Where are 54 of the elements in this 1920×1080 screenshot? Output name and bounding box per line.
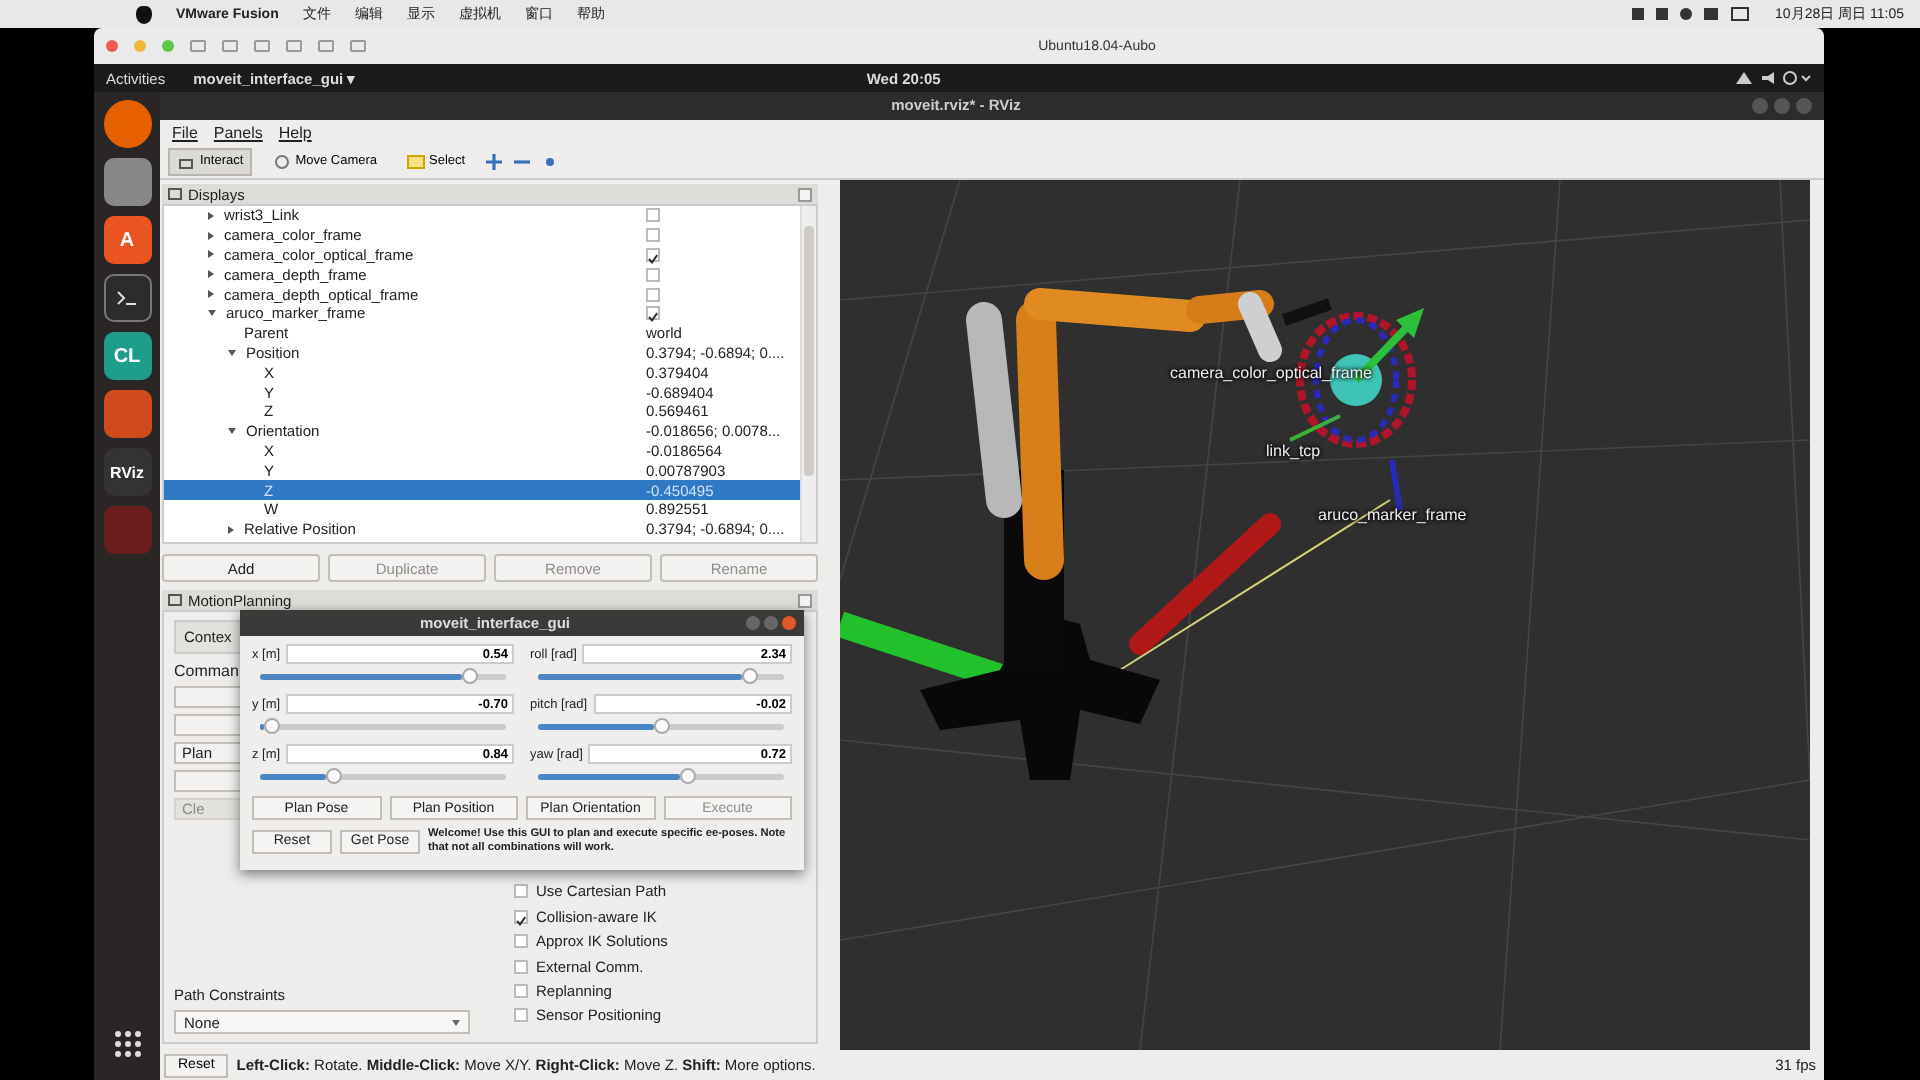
menu-item[interactable]: Panels — [213, 123, 263, 141]
checkbox[interactable] — [646, 208, 660, 223]
section-label: Comman — [174, 662, 239, 680]
slider-handle[interactable] — [741, 668, 758, 684]
terminal-icon[interactable] — [103, 274, 151, 322]
point-icon[interactable] — [541, 153, 558, 169]
window-control-icon[interactable] — [106, 40, 118, 52]
checkbox[interactable] — [646, 306, 660, 321]
scrollbar[interactable] — [800, 206, 816, 542]
caret-icon — [452, 1019, 460, 1025]
expand-arrow-icon[interactable] — [228, 349, 236, 356]
expand-arrow-icon[interactable] — [228, 525, 234, 534]
checkbox[interactable] — [514, 1008, 528, 1023]
plus-icon[interactable] — [485, 153, 502, 169]
checkbox[interactable] — [514, 983, 528, 998]
expand-arrow-icon[interactable] — [208, 211, 214, 220]
select-icon — [405, 153, 426, 169]
window-control-icon[interactable] — [134, 40, 146, 52]
slider-handle[interactable] — [325, 768, 342, 784]
software-icon[interactable]: A — [103, 216, 151, 264]
expand-arrow-icon[interactable] — [208, 270, 214, 279]
slider[interactable] — [260, 774, 506, 780]
checkbox[interactable] — [514, 884, 528, 899]
frame-label: link_tcp — [1266, 442, 1321, 460]
expand-arrow-icon[interactable] — [208, 250, 214, 259]
slider-handle[interactable] — [461, 668, 478, 684]
slider[interactable] — [260, 724, 506, 730]
menu-item[interactable]: Help — [278, 123, 312, 141]
slider[interactable] — [538, 724, 784, 730]
slider[interactable] — [260, 674, 506, 680]
app-icon[interactable]: RViz — [103, 448, 151, 496]
panel-icon — [168, 187, 182, 201]
checkbox[interactable] — [514, 934, 528, 949]
slider[interactable] — [538, 674, 784, 680]
menu-item[interactable]: File — [172, 123, 198, 141]
checkbox[interactable] — [646, 247, 660, 262]
panel-icon — [168, 593, 182, 607]
slider-handle[interactable] — [653, 718, 669, 734]
checkbox[interactable] — [646, 267, 660, 282]
status-icons[interactable] — [1631, 6, 1752, 22]
expand-arrow-icon[interactable] — [208, 290, 214, 299]
close-icon[interactable] — [798, 187, 812, 201]
slider-handle[interactable] — [680, 768, 697, 784]
checkbox[interactable] — [514, 959, 528, 974]
slider-handle[interactable] — [264, 718, 281, 734]
expand-arrow-icon[interactable] — [228, 428, 236, 435]
checkbox[interactable] — [646, 287, 660, 302]
checkbox[interactable] — [514, 909, 528, 924]
expand-arrow-icon[interactable] — [208, 231, 214, 240]
checkbox[interactable] — [646, 228, 660, 243]
window-control-icon[interactable] — [162, 40, 174, 52]
expand-arrow-icon[interactable] — [208, 310, 216, 317]
slider[interactable] — [538, 774, 784, 780]
system-tray-icons[interactable] — [1732, 70, 1812, 86]
